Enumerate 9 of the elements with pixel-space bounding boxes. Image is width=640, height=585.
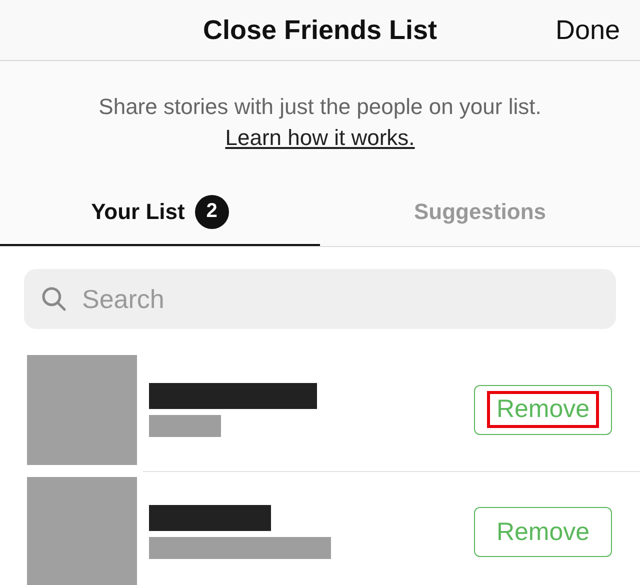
done-button[interactable]: Done [555,14,620,46]
count-badge: 2 [194,194,229,228]
search-field[interactable]: Search [24,269,616,329]
learn-link[interactable]: Learn how it works. [225,125,415,151]
screen-title: Close Friends List [202,14,438,46]
search-icon [40,285,68,313]
redacted-username [149,414,221,436]
intro-text: Share stories with just the people on your list. [98,94,542,120]
tab[interactable]: Your List 2 [0,179,320,246]
